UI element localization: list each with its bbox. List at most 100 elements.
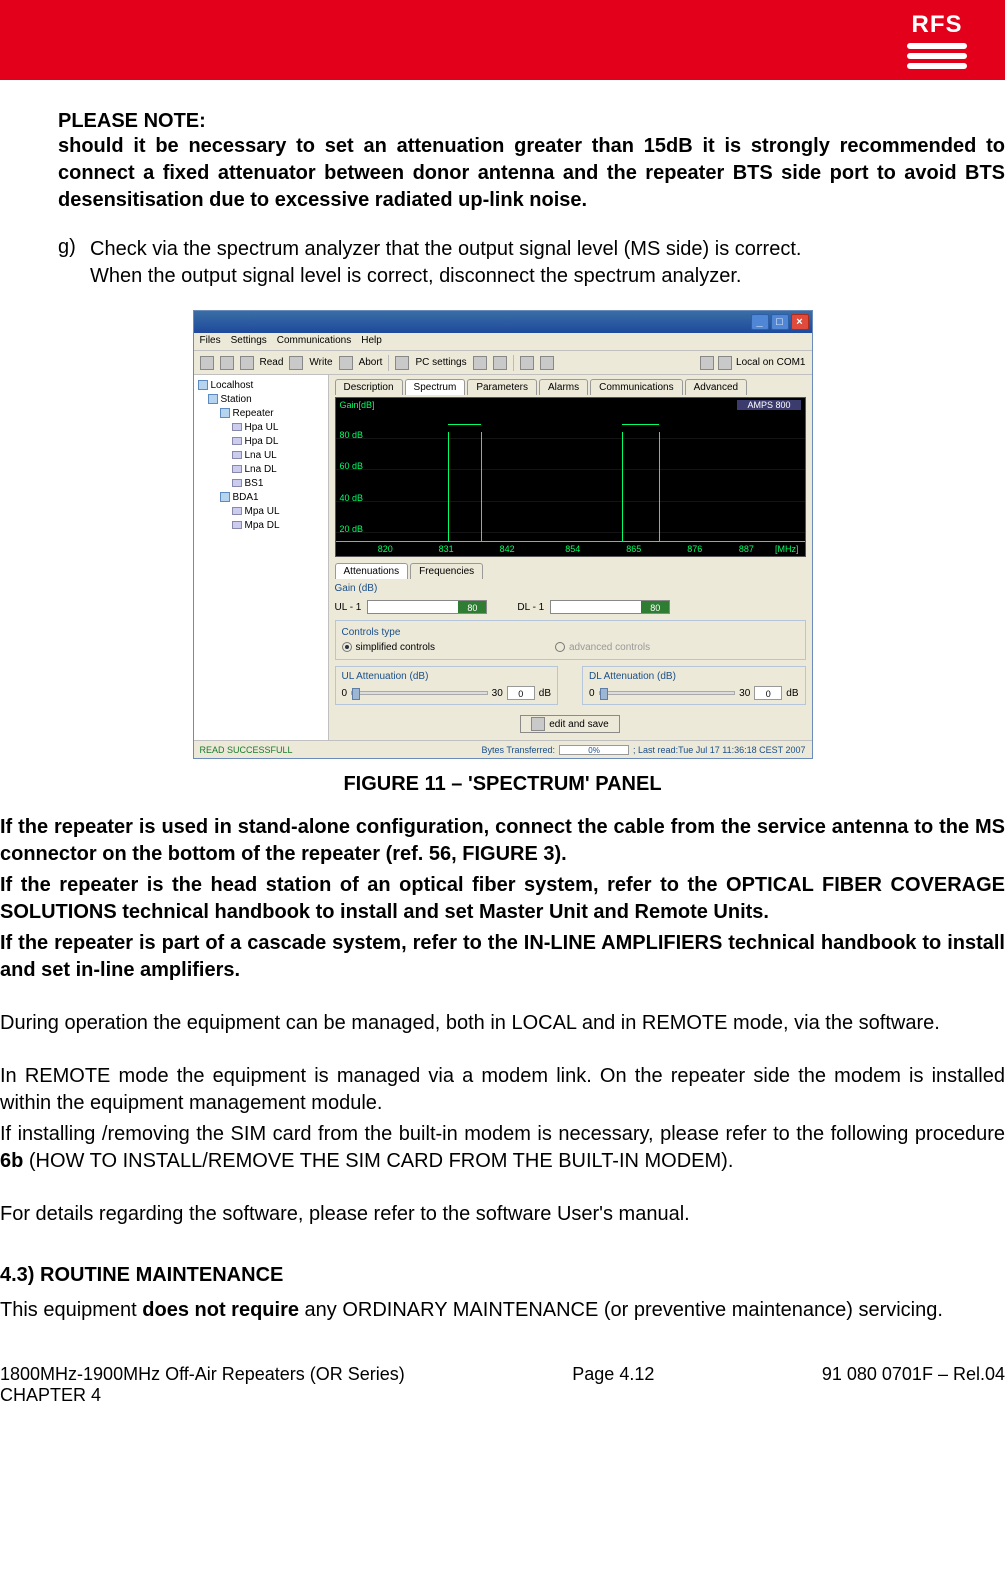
- ul-att-slider[interactable]: [351, 691, 488, 695]
- tool-icon-3[interactable]: [520, 356, 534, 370]
- last-read: ; Last read:Tue Jul 17 11:36:18 CEST 200…: [633, 745, 805, 755]
- maximize-button[interactable]: □: [771, 314, 789, 330]
- close-button[interactable]: ×: [791, 314, 809, 330]
- radio-advanced[interactable]: advanced controls: [555, 642, 650, 653]
- logo-waves-icon: [907, 43, 967, 69]
- list-text-g1: Check via the spectrum analyzer that the…: [90, 236, 801, 263]
- gain-ul-value: 80: [458, 601, 486, 613]
- open-icon[interactable]: [220, 356, 234, 370]
- module-icon: [232, 507, 242, 515]
- station-icon: [208, 394, 218, 404]
- xtick-854: 854: [565, 544, 580, 554]
- para-4: During operation the equipment can be ma…: [0, 1010, 1005, 1037]
- tab-advanced[interactable]: Advanced: [685, 379, 747, 395]
- spectrum-band: AMPS 800: [737, 400, 800, 410]
- tree-bda[interactable]: BDA1: [233, 492, 259, 503]
- dl-att-title: DL Attenuation (dB): [589, 671, 799, 682]
- abort-icon[interactable]: [339, 356, 353, 370]
- logo-text: RFS: [912, 11, 963, 39]
- dl-att-slider[interactable]: [599, 691, 736, 695]
- slider-max: 30: [492, 688, 503, 699]
- subtab-attenuations[interactable]: Attenuations: [335, 563, 409, 579]
- tool-icon-4[interactable]: [540, 356, 554, 370]
- gain-dl-field[interactable]: 80: [550, 600, 670, 614]
- write-icon[interactable]: [289, 356, 303, 370]
- tree-root[interactable]: Localhost: [211, 380, 254, 391]
- tree-pane[interactable]: Localhost Station Repeater Hpa UL Hpa DL…: [194, 375, 329, 740]
- toolbar-write[interactable]: Write: [309, 357, 332, 368]
- menu-settings[interactable]: Settings: [231, 335, 267, 348]
- tree-rep-3[interactable]: Lna DL: [245, 464, 277, 475]
- minimize-button[interactable]: _: [751, 314, 769, 330]
- module-icon: [232, 437, 242, 445]
- tree-rep-4[interactable]: BS1: [245, 478, 264, 489]
- tool-icon-1[interactable]: [473, 356, 487, 370]
- main-tabs: Description Spectrum Parameters Alarms C…: [335, 379, 806, 395]
- tab-description[interactable]: Description: [335, 379, 403, 395]
- toolbar-read[interactable]: Read: [260, 357, 284, 368]
- menu-communications[interactable]: Communications: [277, 335, 351, 348]
- module-icon: [232, 423, 242, 431]
- slider-thumb-icon[interactable]: [600, 688, 608, 700]
- pc-icon[interactable]: [395, 356, 409, 370]
- section-4-3-body: This equipment does not require any ORDI…: [0, 1297, 1005, 1324]
- tab-spectrum[interactable]: Spectrum: [405, 379, 466, 395]
- connection-icon: [700, 356, 714, 370]
- app-window: _ □ × Files Settings Communications Help…: [193, 310, 813, 759]
- list-item-g: g) Check via the spectrum analyzer that …: [0, 236, 1005, 263]
- read-icon[interactable]: [240, 356, 254, 370]
- ytick-80: 80 dB: [340, 430, 364, 440]
- subtab-frequencies[interactable]: Frequencies: [410, 563, 483, 579]
- xtick-887: 887: [739, 544, 754, 554]
- spectrum-pulse: [448, 432, 449, 542]
- tree-rep-2[interactable]: Lna UL: [245, 450, 277, 461]
- gain-ul-field[interactable]: 80: [367, 600, 487, 614]
- xtick-876: 876: [687, 544, 702, 554]
- tree-rep-0[interactable]: Hpa UL: [245, 422, 279, 433]
- tree-station[interactable]: Station: [221, 394, 252, 405]
- status-left: READ SUCCESSFULL: [200, 745, 293, 755]
- statusbar: READ SUCCESSFULL Bytes Transferred: 0% ;…: [194, 740, 812, 758]
- dl-att-spinner[interactable]: 0: [754, 686, 782, 700]
- titlebar: _ □ ×: [194, 311, 812, 333]
- tree-repeater[interactable]: Repeater: [233, 408, 274, 419]
- host-icon: [198, 380, 208, 390]
- ul-att-title: UL Attenuation (dB): [342, 671, 552, 682]
- radio-icon: [342, 642, 352, 652]
- xtick-831: 831: [439, 544, 454, 554]
- slider-thumb-icon[interactable]: [352, 688, 360, 700]
- gain-section-title: Gain (dB): [335, 583, 806, 594]
- note-body: should it be necessary to set an attenua…: [58, 133, 1005, 214]
- tab-communications[interactable]: Communications: [590, 379, 682, 395]
- pc-small-icon: [718, 356, 732, 370]
- connection-label: Local on COM1: [736, 357, 805, 368]
- tool-icon-2[interactable]: [493, 356, 507, 370]
- toolbar-abort[interactable]: Abort: [359, 357, 383, 368]
- ul-att-spinner[interactable]: 0: [507, 686, 535, 700]
- radio-simplified[interactable]: simplified controls: [342, 642, 435, 653]
- att-unit: dB: [539, 688, 551, 699]
- menu-help[interactable]: Help: [361, 335, 382, 348]
- rfs-logo: RFS: [897, 0, 977, 80]
- list-marker: g): [58, 236, 82, 263]
- module-icon: [232, 479, 242, 487]
- tree-bda-0[interactable]: Mpa UL: [245, 506, 280, 517]
- para-6: If installing /removing the SIM card fro…: [0, 1121, 1005, 1175]
- module-icon: [232, 465, 242, 473]
- para-1: If the repeater is used in stand-alone c…: [0, 814, 1005, 868]
- header-bar: RFS: [0, 0, 1005, 80]
- bda-icon: [220, 492, 230, 502]
- note-title: PLEASE NOTE:: [58, 110, 1005, 133]
- figure-caption: FIGURE 11 – 'SPECTRUM' PANEL: [0, 773, 1005, 796]
- xtick-820: 820: [378, 544, 393, 554]
- tree-bda-1[interactable]: Mpa DL: [245, 520, 280, 531]
- menu-files[interactable]: Files: [200, 335, 221, 348]
- toolbar-pc-settings[interactable]: PC settings: [415, 357, 466, 368]
- tree-rep-1[interactable]: Hpa DL: [245, 436, 279, 447]
- section-4-3-heading: 4.3) ROUTINE MAINTENANCE: [0, 1264, 1005, 1287]
- edit-save-button[interactable]: edit and save: [520, 715, 620, 733]
- tab-parameters[interactable]: Parameters: [467, 379, 537, 395]
- save-icon[interactable]: [200, 356, 214, 370]
- tab-alarms[interactable]: Alarms: [539, 379, 588, 395]
- slider-min: 0: [589, 688, 595, 699]
